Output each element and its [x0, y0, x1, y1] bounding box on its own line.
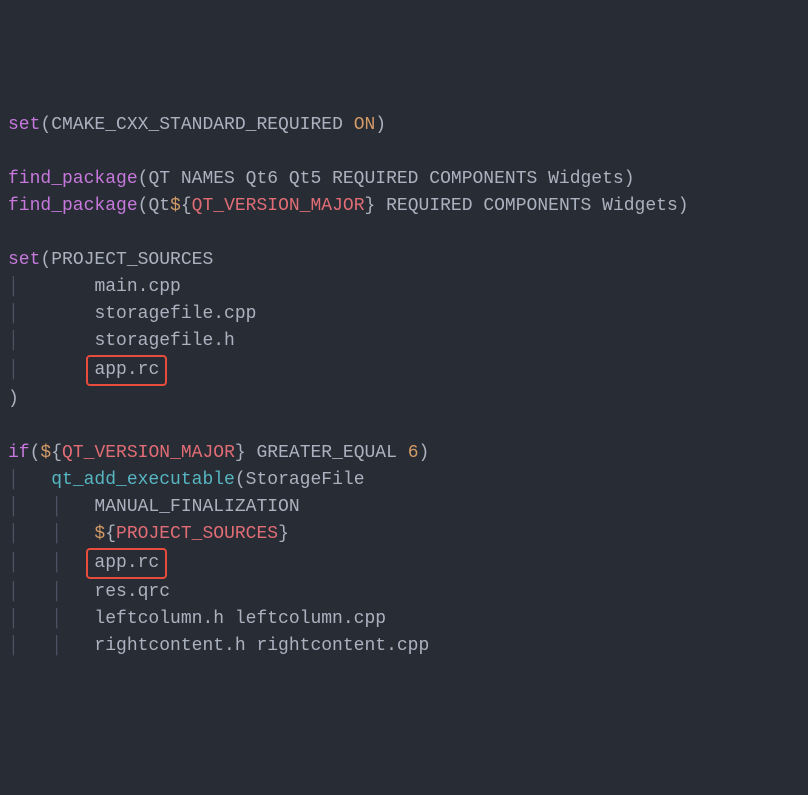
keyword-find-package: find_package: [8, 196, 138, 216]
var-qt-version-major: QT_VERSION_MAJOR: [192, 196, 365, 216]
var-qt-version-major: QT_VERSION_MAJOR: [62, 443, 235, 463]
src-storagefile-cpp: storagefile.cpp: [94, 304, 256, 324]
var-project-sources: PROJECT_SOURCES: [116, 524, 278, 544]
line-3: find_package(QT NAMES Qt6 Qt5 REQUIRED C…: [8, 169, 635, 189]
var-project-sources: PROJECT_SOURCES: [51, 250, 213, 270]
line-1: set(CMAKE_CXX_STANDARD_REQUIRED ON): [8, 115, 386, 135]
code-block: set(CMAKE_CXX_STANDARD_REQUIRED ON) find…: [8, 112, 800, 660]
target-storagefile: StorageFile: [246, 470, 365, 490]
arg-manual-finalization: MANUAL_FINALIZATION: [94, 497, 299, 517]
src-storagefile-h: storagefile.h: [94, 331, 234, 351]
src-res-qrc: res.qrc: [94, 582, 170, 602]
keyword-if: if: [8, 443, 30, 463]
src-main: main.cpp: [94, 277, 180, 297]
arg-cmake-std-required: CMAKE_CXX_STANDARD_REQUIRED: [51, 115, 343, 135]
keyword-set: set: [8, 115, 40, 135]
line-6: set(PROJECT_SOURCES: [8, 250, 213, 270]
args-find-qt: QT NAMES Qt6 Qt5 REQUIRED COMPONENTS Wid…: [148, 169, 623, 189]
keyword-find-package: find_package: [8, 169, 138, 189]
src-leftcolumn: leftcolumn.h leftcolumn.cpp: [94, 609, 386, 629]
highlighted-app-rc-2: app.rc: [86, 548, 167, 579]
keyword-set: set: [8, 250, 40, 270]
const-on: ON: [354, 115, 376, 135]
fn-qt-add-executable: qt_add_executable: [51, 470, 235, 490]
highlighted-app-rc-1: app.rc: [86, 355, 167, 386]
src-rightcontent: rightcontent.h rightcontent.cpp: [94, 636, 429, 656]
line-12: if(${QT_VERSION_MAJOR} GREATER_EQUAL 6): [8, 443, 429, 463]
line-4: find_package(Qt${QT_VERSION_MAJOR} REQUI…: [8, 196, 689, 216]
